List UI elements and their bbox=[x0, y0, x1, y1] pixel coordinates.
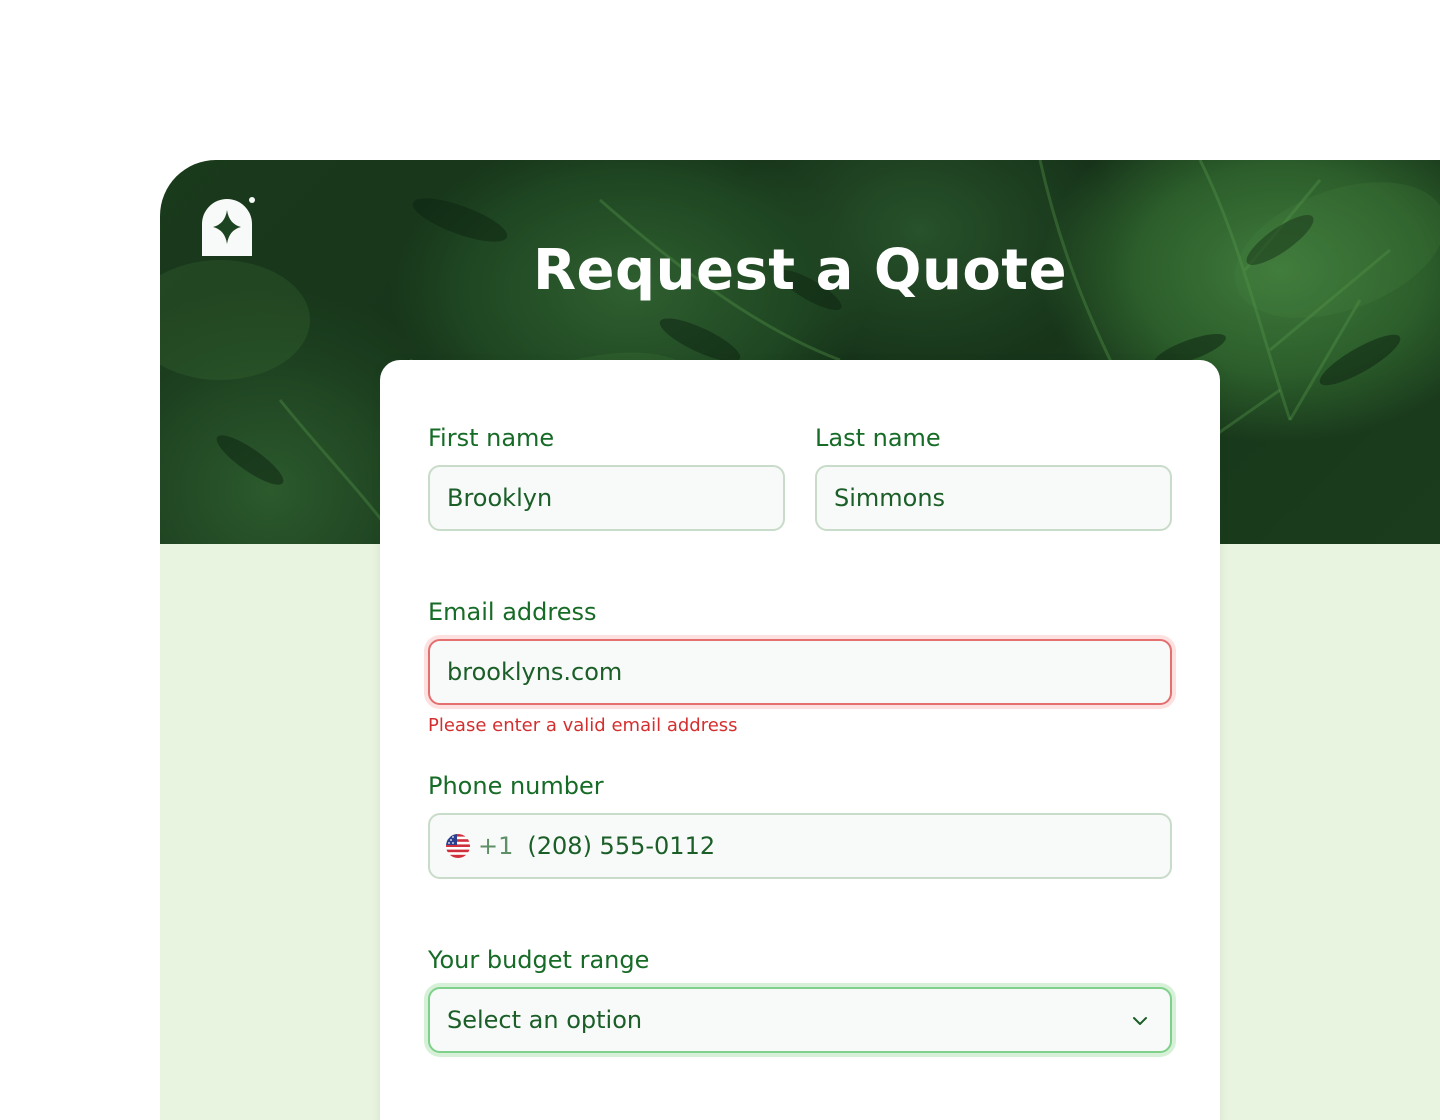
chevron-down-icon bbox=[1133, 1017, 1147, 1025]
last-name-label: Last name bbox=[815, 424, 941, 452]
first-name-label: First name bbox=[428, 424, 555, 452]
first-name-input[interactable] bbox=[428, 465, 785, 531]
quote-form: First name Last name Email address Pleas… bbox=[380, 360, 1220, 1120]
dial-code[interactable]: +1 bbox=[478, 832, 513, 860]
last-name-input[interactable] bbox=[815, 465, 1172, 531]
page-title: Request a Quote bbox=[532, 238, 1068, 303]
app-frame: Request a Quote First name Last name Ema… bbox=[160, 160, 1440, 1120]
us-flag-icon[interactable] bbox=[446, 834, 470, 858]
email-label: Email address bbox=[428, 598, 597, 626]
budget-select-value: Select an option bbox=[447, 1006, 643, 1034]
phone-value: (208) 555-0112 bbox=[527, 832, 716, 860]
email-error-message: Please enter a valid email address bbox=[428, 715, 738, 736]
phone-label: Phone number bbox=[428, 772, 604, 800]
budget-select[interactable]: Select an option bbox=[428, 987, 1172, 1053]
email-input[interactable] bbox=[428, 639, 1172, 705]
budget-label: Your budget range bbox=[428, 946, 650, 974]
phone-input[interactable]: +1 (208) 555-0112 bbox=[428, 813, 1172, 879]
